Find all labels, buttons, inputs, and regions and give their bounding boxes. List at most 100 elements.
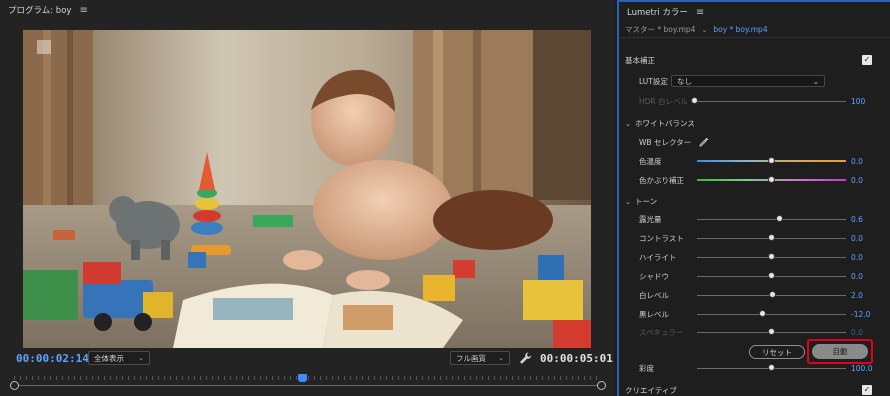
in-point-handle[interactable]: [10, 381, 19, 390]
tone-slider-value[interactable]: 0.0: [851, 234, 863, 243]
tone-slider-label: 白レベル: [639, 290, 669, 300]
temperature-slider-thumb[interactable]: [768, 157, 775, 164]
tone-slider-value[interactable]: -12.0: [851, 310, 870, 319]
tone-slider-thumb[interactable]: [768, 291, 776, 298]
tone-slider-value[interactable]: 0.6: [851, 215, 863, 224]
saturation-row: 彩度 100.0: [619, 361, 890, 375]
lut-select[interactable]: なし ⌄: [671, 75, 825, 87]
temperature-row: 色温度 0.0: [619, 154, 890, 168]
saturation-slider-thumb[interactable]: [768, 364, 775, 371]
zoom-level-select[interactable]: 全体表示 ⌄: [88, 351, 150, 365]
program-monitor-panel: プログラム: boy ≡ 00:00:02:14 全体表示 ⌄ フル画質 ⌄ 0…: [0, 0, 614, 396]
lut-value: なし: [677, 76, 692, 86]
eyedropper-icon[interactable]: [699, 137, 709, 147]
lumetri-clip-tabs: マスター * boy.mp4 ⌄ boy * boy.mp4: [619, 22, 890, 38]
reset-button[interactable]: リセット: [749, 345, 805, 359]
tone-slider-label: コントラスト: [639, 233, 684, 243]
section-title-creative: クリエイティブ: [625, 385, 677, 395]
lut-label: LUT設定: [639, 76, 668, 86]
tone-slider-track[interactable]: [697, 219, 846, 220]
tone-slider-value[interactable]: 0.0: [851, 253, 863, 262]
basic-enable-checkbox[interactable]: ✓: [862, 55, 872, 65]
out-point-handle[interactable]: [597, 381, 606, 390]
tone-slider-value[interactable]: 2.0: [851, 291, 863, 300]
white-balance-title-wrap: ⌄ ホワイトバランス: [625, 118, 695, 129]
subsection-tone[interactable]: ⌄ トーン: [619, 194, 890, 208]
zoom-level-value: 全体表示: [94, 353, 124, 363]
lumetri-header: Lumetri カラー ≡: [619, 2, 890, 22]
tone-slider-row: シャドウ 0.0: [619, 269, 890, 283]
hdr-white-slider-thumb[interactable]: [691, 97, 698, 104]
lut-row: LUT設定 なし ⌄: [619, 74, 890, 88]
tone-slider-row: コントラスト 0.0: [619, 231, 890, 245]
tone-slider-label: 黒レベル: [639, 309, 669, 319]
video-frame-image: [23, 30, 591, 348]
temperature-value[interactable]: 0.0: [851, 157, 863, 166]
saturation-value[interactable]: 100.0: [851, 364, 872, 373]
watermark-logo-icon: [37, 40, 51, 54]
white-balance-title: ホワイトバランス: [635, 118, 695, 128]
hamburger-menu-icon[interactable]: ≡: [696, 7, 704, 18]
current-timecode[interactable]: 00:00:02:14: [16, 352, 89, 365]
tone-title: トーン: [635, 196, 658, 206]
auto-button[interactable]: 自動: [812, 344, 868, 359]
tint-label: 色かぶり補正: [639, 175, 684, 185]
tone-slider-thumb[interactable]: [767, 328, 775, 335]
tone-slider-row: 黒レベル -12.0: [619, 307, 890, 321]
tint-value[interactable]: 0.0: [851, 176, 863, 185]
tone-title-wrap: ⌄ トーン: [625, 196, 657, 207]
tone-slider-thumb[interactable]: [776, 215, 784, 222]
creative-enable-checkbox[interactable]: ✓: [862, 385, 872, 395]
tab-sequence-clip[interactable]: boy * boy.mp4: [713, 25, 767, 34]
video-preview[interactable]: [23, 30, 591, 348]
hdr-white-value[interactable]: 100: [851, 97, 865, 106]
wb-selector-row: WB セレクター: [619, 135, 890, 149]
playback-resolution-select[interactable]: フル画質 ⌄: [450, 351, 510, 365]
saturation-label: 彩度: [639, 363, 654, 373]
duration-timecode: 00:00:05:01: [540, 352, 613, 365]
tint-row: 色かぶり補正 0.0: [619, 173, 890, 187]
chevron-down-icon[interactable]: ⌄: [701, 26, 707, 34]
chevron-down-icon: ⌄: [138, 354, 144, 362]
program-monitor-header: プログラム: boy ≡: [0, 0, 614, 20]
hdr-white-slider-track[interactable]: [697, 101, 846, 102]
chevron-down-icon: ⌄: [812, 76, 819, 86]
scrub-track[interactable]: [14, 385, 602, 386]
tone-slider-label: 露光量: [639, 214, 662, 224]
subsection-white-balance[interactable]: ⌄ ホワイトバランス: [619, 116, 890, 130]
tone-slider-value[interactable]: 0.0: [851, 272, 863, 281]
tone-slider-thumb[interactable]: [767, 272, 775, 279]
tone-slider-row: ハイライト 0.0: [619, 250, 890, 264]
tone-slider-thumb[interactable]: [758, 310, 766, 317]
tone-slider-thumb[interactable]: [767, 253, 775, 260]
program-timeline-scrubber[interactable]: [0, 372, 614, 396]
hamburger-menu-icon[interactable]: ≡: [79, 5, 87, 16]
program-monitor-title[interactable]: プログラム: boy: [8, 4, 71, 16]
tone-slider-label: シャドウ: [639, 271, 669, 281]
chevron-down-icon: ⌄: [625, 119, 631, 128]
playhead-handle[interactable]: [298, 374, 308, 382]
temperature-label: 色温度: [639, 156, 662, 166]
section-creative[interactable]: クリエイティブ ✓: [619, 383, 890, 396]
tone-slider-label: スペキュラー: [639, 327, 684, 337]
tone-slider-row: スペキュラー 0.0: [619, 325, 890, 339]
wrench-icon[interactable]: [519, 351, 533, 365]
tone-slider-row: 露光量 0.6: [619, 212, 890, 226]
section-title-basic: 基本補正: [625, 55, 655, 65]
playback-resolution-value: フル画質: [456, 353, 486, 363]
lumetri-title[interactable]: Lumetri カラー: [627, 6, 688, 18]
tone-slider-thumb[interactable]: [767, 234, 775, 241]
hdr-white-label: HDR 白レベル: [639, 96, 689, 106]
lumetri-color-panel: Lumetri カラー ≡ マスター * boy.mp4 ⌄ boy * boy…: [617, 0, 890, 396]
chevron-down-icon: ⌄: [498, 354, 504, 362]
chevron-down-icon: ⌄: [625, 197, 631, 206]
tone-slider-track[interactable]: [697, 314, 846, 315]
tone-slider-label: ハイライト: [639, 252, 677, 262]
tone-slider-value[interactable]: 0.0: [851, 328, 863, 337]
wb-selector-label: WB セレクター: [639, 137, 692, 147]
section-basic-correction[interactable]: 基本補正 ✓: [619, 53, 890, 67]
tone-slider-row: 白レベル 2.0: [619, 288, 890, 302]
program-controls-bar: 00:00:02:14 全体表示 ⌄ フル画質 ⌄ 00:00:05:01: [0, 350, 614, 370]
tint-slider-thumb[interactable]: [768, 176, 775, 183]
tab-master-clip[interactable]: マスター * boy.mp4: [625, 24, 695, 35]
